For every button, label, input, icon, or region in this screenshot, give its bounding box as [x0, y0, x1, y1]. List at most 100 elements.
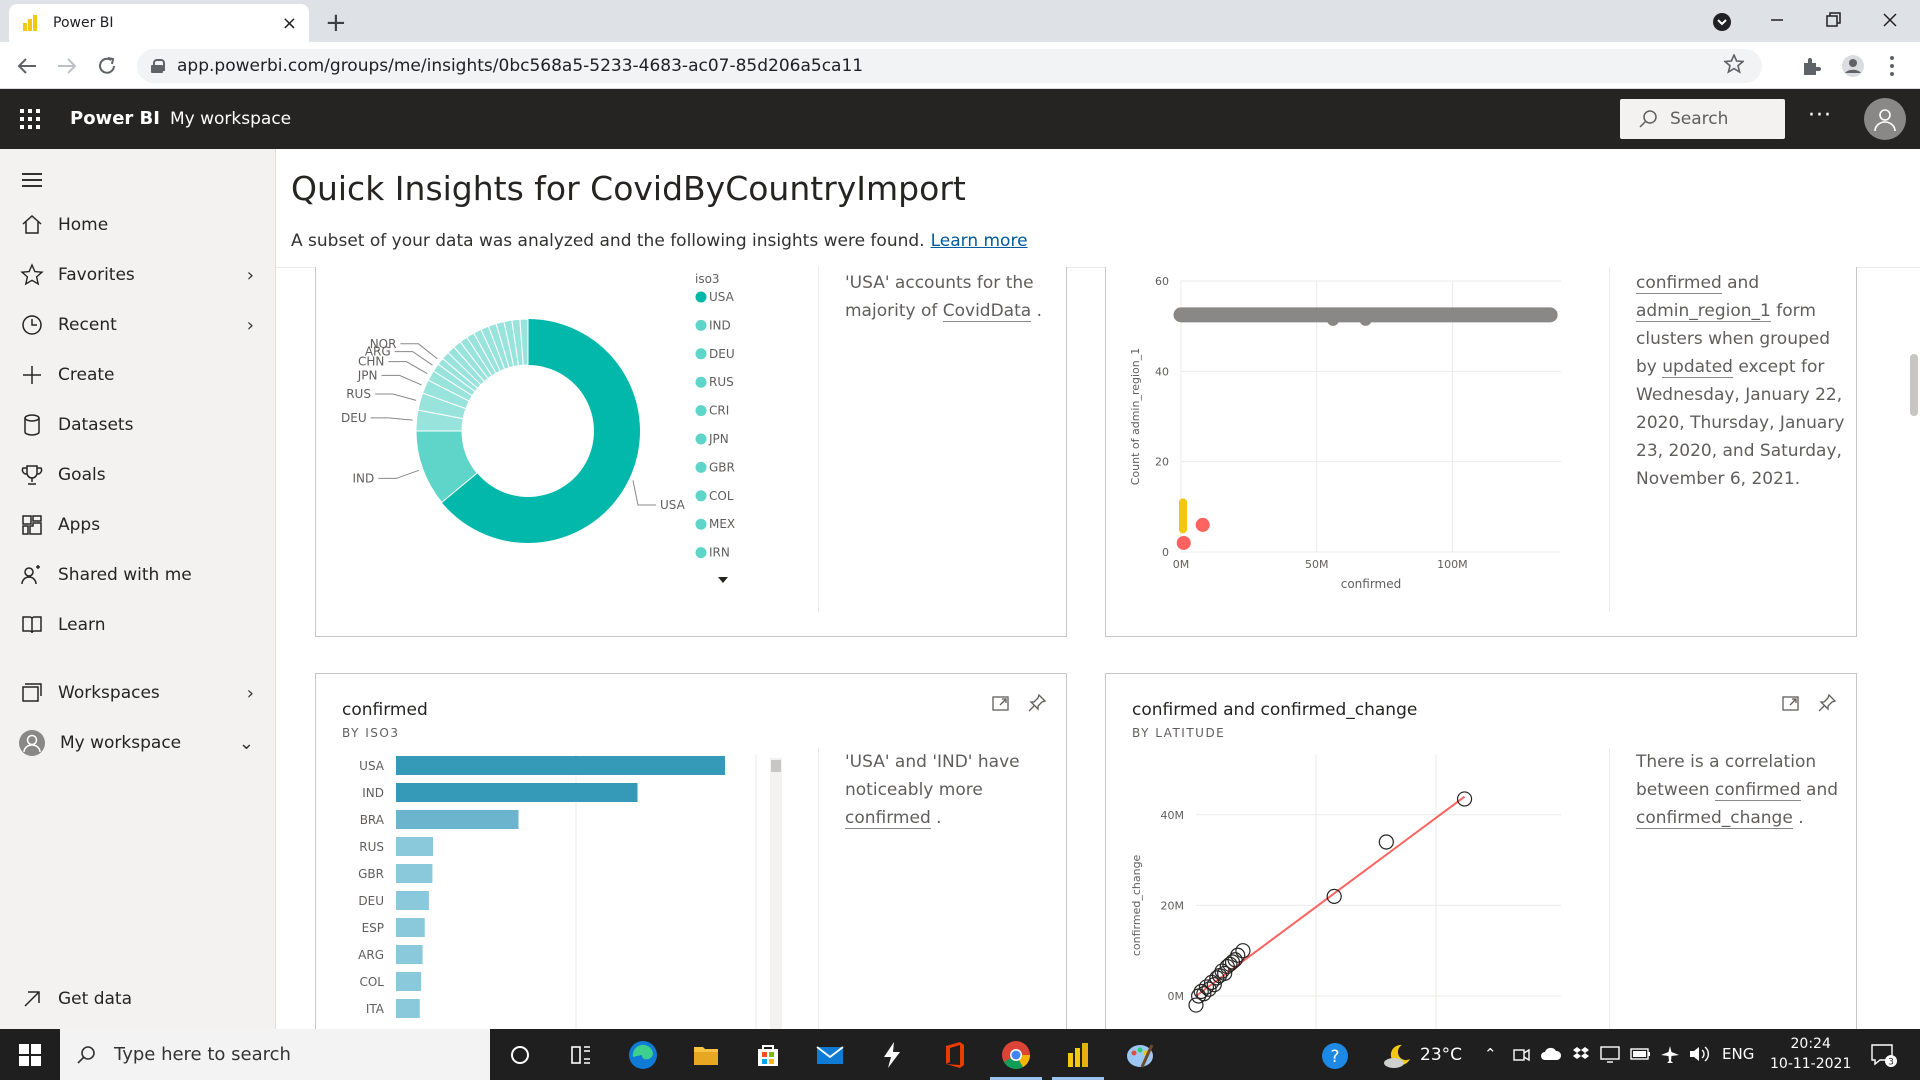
weather-moon-icon[interactable] — [1382, 1041, 1412, 1069]
bookmark-star-icon[interactable] — [1724, 54, 1744, 74]
book-icon — [22, 616, 42, 634]
volume-icon[interactable] — [1688, 1045, 1710, 1063]
nav-workspaces[interactable]: Workspaces › — [0, 669, 276, 717]
insight-field-link[interactable]: admin_region_1 — [1636, 301, 1771, 322]
nav-favorites[interactable]: Favorites › — [0, 251, 276, 299]
reload-icon[interactable] — [96, 55, 118, 77]
cortana-icon[interactable] — [502, 1037, 538, 1073]
windows-start-icon[interactable] — [19, 1044, 41, 1066]
donut-leader-line — [378, 469, 420, 479]
learn-more-link[interactable]: Learn more — [931, 231, 1028, 251]
nav-recent[interactable]: Recent › — [0, 301, 276, 349]
hamburger-menu-icon[interactable] — [22, 173, 42, 191]
new-tab-button[interactable]: + — [325, 8, 347, 38]
dropbox-icon[interactable] — [1572, 1045, 1590, 1063]
nav-home[interactable]: Home — [0, 201, 276, 249]
paint-icon[interactable] — [1122, 1037, 1158, 1073]
app-launcher-icon[interactable] — [20, 109, 40, 129]
pin-icon[interactable] — [1818, 694, 1836, 712]
airplane-mode-icon[interactable] — [1660, 1045, 1680, 1063]
taskbar-search-input[interactable]: Type here to search — [60, 1029, 490, 1080]
card-title: confirmed and confirmed_change — [1132, 700, 1418, 720]
chrome-icon[interactable] — [998, 1037, 1034, 1073]
focus-mode-icon[interactable] — [1782, 694, 1800, 712]
insight-field-link[interactable]: confirmed — [1714, 780, 1801, 801]
bar — [396, 999, 420, 1018]
back-icon[interactable] — [16, 56, 38, 76]
window-close-icon[interactable] — [1880, 10, 1900, 30]
x-tick-label: 100M — [1437, 558, 1468, 571]
scrollbar-thumb[interactable] — [1910, 354, 1918, 416]
help-icon[interactable]: ? — [1320, 1041, 1350, 1071]
legend-more-arrow-icon — [718, 577, 728, 583]
nav-goals[interactable]: Goals — [0, 451, 276, 499]
insight-field-link[interactable]: confirmed — [1636, 273, 1722, 294]
chevron-right-icon[interactable]: › — [247, 265, 254, 286]
insight-field-link[interactable]: CovidData — [942, 301, 1032, 322]
insight-card-correlation[interactable]: confirmed and confirmed_change BY LATITU… — [1105, 673, 1857, 1053]
restore-icon[interactable] — [1823, 10, 1843, 30]
nav-learn[interactable]: Learn — [0, 601, 276, 649]
minimize-icon[interactable] — [1767, 10, 1787, 30]
profile-dropdown-icon[interactable] — [1712, 12, 1732, 32]
nav-shared-with-me[interactable]: Shared with me — [0, 551, 276, 599]
nav-get-data[interactable]: Get data — [0, 975, 276, 1023]
chart-scrollbar[interactable] — [770, 758, 782, 1048]
extensions-puzzle-icon[interactable] — [1800, 55, 1822, 77]
mail-icon[interactable] — [812, 1037, 848, 1073]
onedrive-cloud-icon[interactable] — [1540, 1046, 1562, 1062]
insight-card-donut[interactable]: USA IND DEU RUS JPN CHN ARG NOR iso3 USA IND DEU RUS… — [315, 267, 1067, 637]
nav-my-workspace[interactable]: My workspace ⌄ — [0, 719, 276, 767]
nav-create[interactable]: Create — [0, 351, 276, 399]
brand-name[interactable]: Power BI — [70, 108, 160, 129]
nav-datasets[interactable]: Datasets — [0, 401, 276, 449]
trophy-icon — [21, 465, 43, 485]
insight-field-link[interactable]: confirmed_change — [1636, 808, 1793, 829]
donut-leader-line — [394, 351, 433, 366]
nav-apps[interactable]: Apps — [0, 501, 276, 549]
focus-mode-icon[interactable] — [992, 694, 1010, 712]
insight-card-bar[interactable]: confirmed BY ISO3 USA IND BRA RUS GBR DEU ESP A… — [315, 673, 1067, 1053]
office-icon[interactable] — [936, 1037, 972, 1073]
nav-label: Home — [58, 215, 109, 235]
account-avatar[interactable] — [1864, 98, 1906, 140]
search-input[interactable]: Search — [1620, 99, 1785, 139]
pin-icon[interactable] — [1028, 694, 1046, 712]
donut-slice-label: NOR — [370, 337, 397, 351]
edge-browser-icon[interactable] — [625, 1037, 661, 1073]
scatter-point — [1327, 313, 1339, 326]
nav-label: Goals — [58, 465, 106, 485]
chart-scrollbar-thumb[interactable] — [771, 760, 781, 772]
tray-overflow-icon[interactable]: ⌃ — [1484, 1045, 1497, 1063]
profile-icon[interactable] — [1841, 54, 1865, 78]
power-automate-icon[interactable] — [874, 1037, 910, 1073]
insight-field-link[interactable]: confirmed — [845, 808, 931, 829]
powerbi-favicon-icon — [21, 13, 41, 33]
language-indicator[interactable]: ENG — [1722, 1045, 1754, 1063]
store-icon[interactable] — [750, 1037, 786, 1073]
card-actions — [1782, 694, 1836, 712]
donut-leader-line — [370, 417, 413, 421]
notifications-icon[interactable]: 3 — [1870, 1043, 1898, 1067]
forward-icon[interactable] — [56, 56, 78, 76]
close-tab-icon[interactable]: × — [282, 13, 297, 34]
address-bar[interactable]: app.powerbi.com/groups/me/insights/0bc56… — [137, 49, 1762, 83]
powerbi-desktop-icon[interactable] — [1060, 1037, 1096, 1073]
chevron-down-icon[interactable]: ⌄ — [239, 733, 254, 754]
y-axis-label: confirmed_change — [1130, 854, 1143, 956]
insight-field-link[interactable]: updated — [1662, 357, 1733, 378]
chevron-right-icon[interactable]: › — [247, 315, 254, 336]
insight-card-scatter[interactable]: 0 20 40 60 0M 50M 100M confirmed Count of admin_… — [1105, 267, 1857, 637]
battery-icon[interactable] — [1630, 1047, 1652, 1061]
browser-menu-icon[interactable] — [1888, 54, 1896, 78]
meet-now-icon[interactable] — [1512, 1046, 1530, 1064]
task-view-icon[interactable] — [563, 1037, 599, 1073]
system-clock[interactable]: 20:24 10-11-2021 — [1770, 1034, 1851, 1074]
browser-tab[interactable]: Power BI × — [9, 4, 309, 42]
chevron-right-icon[interactable]: › — [247, 683, 254, 704]
file-explorer-icon[interactable] — [688, 1037, 724, 1073]
display-icon[interactable] — [1600, 1045, 1620, 1063]
workspace-breadcrumb[interactable]: My workspace — [170, 109, 291, 129]
lock-icon — [151, 59, 165, 73]
more-options-icon[interactable]: ··· — [1808, 103, 1832, 128]
